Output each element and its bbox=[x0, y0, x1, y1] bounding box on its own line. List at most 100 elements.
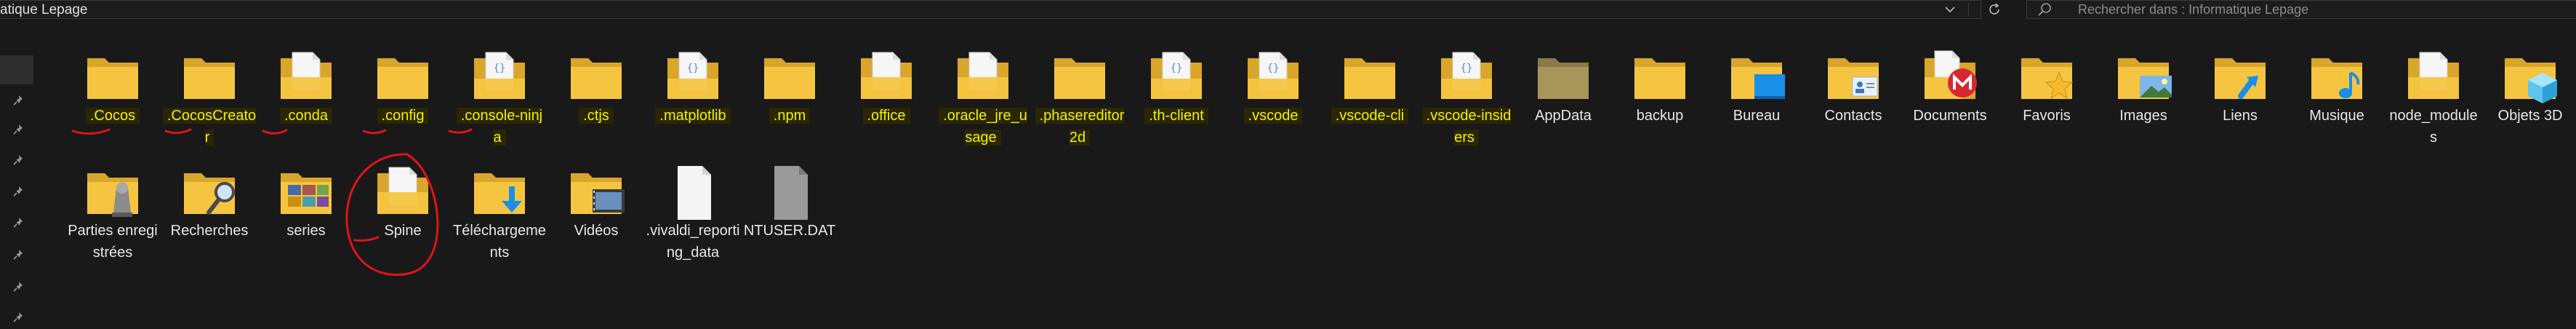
item-label: .vivaldi_reporting_data bbox=[646, 223, 740, 261]
item-label: AppData bbox=[1535, 108, 1592, 124]
pin-icon[interactable] bbox=[12, 215, 26, 230]
folder-item-cocoscreator[interactable]: .CocosCreator bbox=[162, 38, 257, 147]
item-label: .phasereditor2d bbox=[1035, 108, 1125, 146]
item-label: .ctjs bbox=[579, 108, 614, 124]
file-icon bbox=[660, 160, 726, 226]
folder-item-favoris[interactable]: Favoris bbox=[1999, 38, 2094, 147]
folder-item-bureau[interactable]: Bureau bbox=[1709, 38, 1804, 147]
item-label: .vscode-cli bbox=[1331, 108, 1409, 124]
folder-item-vid-os[interactable]: Vidéos bbox=[549, 153, 643, 262]
pin-icon[interactable] bbox=[12, 93, 26, 108]
item-label: Liens bbox=[2223, 108, 2258, 124]
folder-item-images[interactable]: Images bbox=[2096, 38, 2191, 147]
system-file-icon bbox=[757, 160, 822, 226]
item-label: Téléchargements bbox=[453, 223, 546, 261]
links-folder-icon bbox=[2207, 45, 2273, 111]
folder-doc-icon bbox=[854, 45, 919, 111]
folder-icon bbox=[1337, 45, 1403, 111]
saved-games-folder-icon bbox=[80, 160, 145, 226]
folder-item-documents[interactable]: Documents bbox=[1903, 38, 1997, 147]
folder-item-matplotlib[interactable]: {} .matplotlib bbox=[646, 38, 740, 147]
folder-item-config[interactable]: .config bbox=[356, 38, 450, 147]
folder-item-ctjs[interactable]: .ctjs bbox=[549, 38, 643, 147]
item-label: .CocosCreator bbox=[162, 108, 257, 146]
refresh-icon[interactable] bbox=[1986, 1, 2005, 17]
pictures-folder-icon bbox=[2111, 45, 2176, 111]
folder-item-cocos[interactable]: .Cocos bbox=[65, 38, 160, 147]
folder-icon bbox=[370, 45, 436, 111]
nav-selected-item[interactable] bbox=[0, 55, 33, 84]
folder-item-vscode[interactable]: {} .vscode bbox=[1226, 38, 1320, 147]
folder-item-spine[interactable]: Spine bbox=[356, 153, 450, 262]
chevron-down-icon[interactable] bbox=[1941, 1, 1959, 17]
folder-item-node-modules[interactable]: node_modules bbox=[2386, 38, 2481, 147]
folder-doc-icon bbox=[370, 160, 436, 226]
folder-doc-icon bbox=[273, 45, 339, 111]
folder-item-vscode-cli[interactable]: .vscode-cli bbox=[1323, 38, 1417, 147]
item-label: Images bbox=[2119, 108, 2167, 124]
item-label: .config bbox=[377, 108, 429, 124]
folder-dim-icon bbox=[1530, 45, 1596, 111]
search-icon bbox=[2037, 2, 2052, 17]
videos-folder-icon bbox=[563, 160, 629, 226]
svg-text:{}: {} bbox=[494, 63, 506, 74]
folder-item-phasereditor2d[interactable]: .phasereditor2d bbox=[1032, 38, 1127, 147]
folder-item-objets-3d[interactable]: Objets 3D bbox=[2483, 38, 2576, 147]
mega-folder-icon bbox=[1917, 45, 1983, 111]
folder-item-oracle-jre-usage[interactable]: .oracle_jre_usage bbox=[936, 38, 1030, 147]
downloads-folder-icon bbox=[467, 160, 532, 226]
item-label: Musique bbox=[2309, 108, 2364, 124]
search-box[interactable] bbox=[2026, 0, 2576, 19]
folder-code-icon: {} bbox=[1144, 45, 1209, 111]
folder-item-musique[interactable]: Musique bbox=[2290, 38, 2384, 147]
folder-item-th-client[interactable]: {} .th-client bbox=[1129, 38, 1224, 147]
folder-icon bbox=[563, 45, 629, 111]
item-label: .vscode bbox=[1243, 108, 1303, 124]
desktop-folder-icon bbox=[1724, 45, 1789, 111]
top-bar: atique Lepage bbox=[0, 0, 2576, 22]
item-label: Recherches bbox=[170, 223, 249, 239]
folder-item-vscode-insiders[interactable]: {} .vscode-insiders bbox=[1419, 38, 1514, 147]
folder-icon bbox=[177, 45, 242, 111]
address-bar[interactable]: atique Lepage bbox=[0, 0, 1999, 19]
item-label: .th-client bbox=[1144, 108, 1208, 124]
folder-item-npm[interactable]: .npm bbox=[742, 38, 837, 147]
folder-item-office[interactable]: .office bbox=[839, 38, 934, 147]
music-folder-icon bbox=[2304, 45, 2370, 111]
3d-objects-folder-icon bbox=[2497, 45, 2563, 111]
svg-text:{}: {} bbox=[687, 63, 699, 74]
folder-item-console-ninja[interactable]: {} .console-ninja bbox=[452, 38, 547, 147]
pin-icon[interactable] bbox=[12, 184, 26, 199]
pin-icon[interactable] bbox=[12, 310, 26, 325]
item-label: .npm bbox=[769, 108, 811, 124]
pin-icon[interactable] bbox=[12, 153, 26, 167]
item-label: Spine bbox=[384, 223, 422, 239]
item-label: series bbox=[286, 223, 326, 239]
item-label: Bureau bbox=[1733, 108, 1781, 124]
contacts-folder-icon bbox=[1821, 45, 1886, 111]
folder-item-ntuser-dat[interactable]: NTUSER.DAT bbox=[742, 153, 837, 262]
pin-icon[interactable] bbox=[12, 122, 26, 137]
folder-item-appdata[interactable]: AppData bbox=[1516, 38, 1610, 147]
svg-text:{}: {} bbox=[1267, 63, 1280, 74]
folder-code-icon: {} bbox=[1240, 45, 1306, 111]
folder-item-series[interactable]: series bbox=[259, 153, 353, 262]
folder-item-t-l-chargements[interactable]: Téléchargements bbox=[452, 153, 547, 262]
folder-item-conda[interactable]: .conda bbox=[259, 38, 353, 147]
item-label: .vscode-insiders bbox=[1421, 108, 1512, 146]
pin-icon[interactable] bbox=[12, 247, 26, 262]
item-label: Vidéos bbox=[574, 223, 619, 239]
folder-item-backup[interactable]: backup bbox=[1613, 38, 1707, 147]
folder-icon bbox=[757, 45, 822, 111]
folder-item-vivaldi-reporting-data[interactable]: .vivaldi_reporting_data bbox=[646, 153, 740, 262]
svg-text:{}: {} bbox=[1171, 63, 1183, 74]
folder-icon bbox=[1047, 45, 1112, 111]
search-input[interactable] bbox=[2078, 1, 2543, 18]
folder-item-recherches[interactable]: Recherches bbox=[162, 153, 257, 262]
pin-icon[interactable] bbox=[12, 280, 26, 294]
folder-item-contacts[interactable]: Contacts bbox=[1806, 38, 1901, 147]
folder-item-liens[interactable]: Liens bbox=[2193, 38, 2287, 147]
folder-code-icon: {} bbox=[467, 45, 532, 111]
folder-item-parties-enregistr-es[interactable]: Parties enregistrées bbox=[65, 153, 160, 262]
searches-folder-icon bbox=[177, 160, 242, 226]
